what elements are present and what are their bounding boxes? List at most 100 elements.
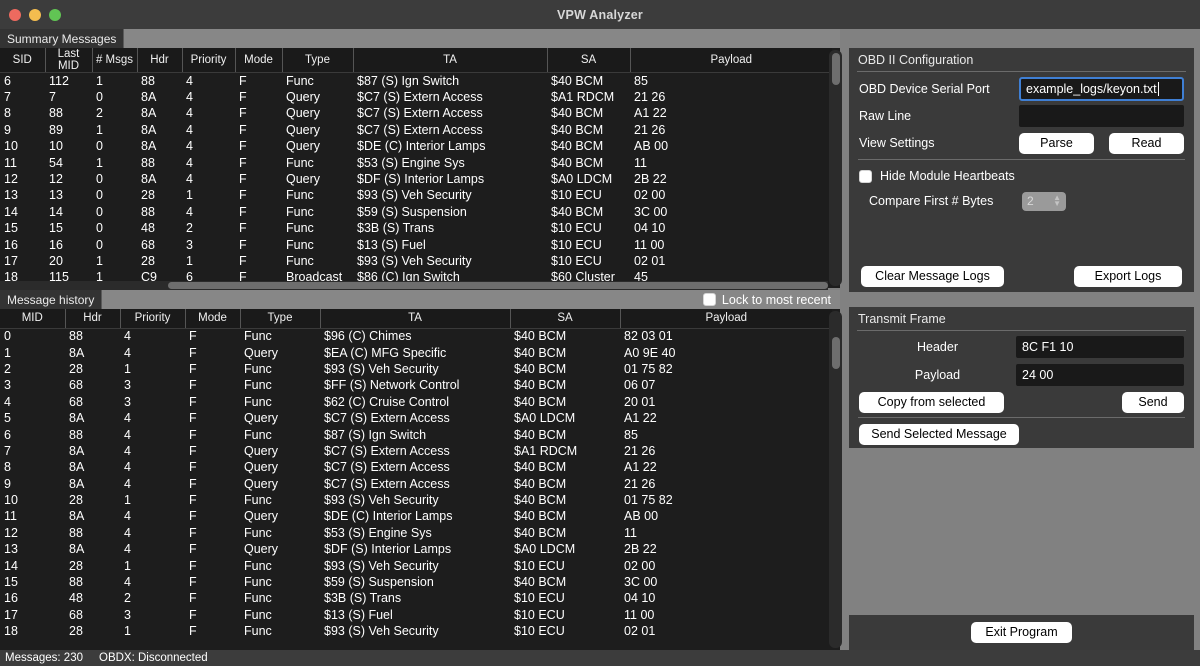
table-row[interactable]: 16 48 2 F Func $3B (S) Trans $10 ECU 04 10 bbox=[0, 590, 832, 606]
table-cell: Func bbox=[244, 329, 272, 344]
table-cell: $40 BCM bbox=[551, 106, 604, 121]
table-row[interactable]: 11 54 1 88 4 F Func $53 (S) Engine Sys $40 BCM 11 bbox=[0, 154, 832, 170]
table-cell: Query bbox=[286, 172, 321, 187]
history-tabstrip-filler bbox=[102, 290, 703, 309]
summary-col-mode[interactable]: Mode bbox=[235, 48, 283, 73]
summary-col-payload[interactable]: Payload bbox=[630, 48, 832, 73]
summary-col-hdr[interactable]: Hdr bbox=[137, 48, 183, 73]
table-row[interactable]: 13 8A 4 F Query $DF (S) Interior Lamps $A0 LDC… bbox=[0, 541, 832, 557]
close-window-icon[interactable] bbox=[9, 9, 21, 21]
table-row[interactable]: 9 8A 4 F Query $C7 (S) Extern Access $40 BCM 21… bbox=[0, 476, 832, 492]
maximize-window-icon[interactable] bbox=[49, 9, 61, 21]
send-selected-message-button[interactable]: Send Selected Message bbox=[859, 423, 1019, 445]
table-cell: 0 bbox=[96, 139, 103, 154]
table-row[interactable]: 11 8A 4 F Query $DE (C) Interior Lamps $40 BCM… bbox=[0, 508, 832, 524]
read-button[interactable]: Read bbox=[1109, 132, 1184, 154]
table-cell: 8A bbox=[69, 345, 85, 360]
parse-button[interactable]: Parse bbox=[1019, 132, 1094, 154]
history-col-type[interactable]: Type bbox=[240, 309, 321, 329]
table-row[interactable]: 1 8A 4 F Query $EA (C) MFG Specific $40 BCM A0 … bbox=[0, 344, 832, 360]
exit-program-button[interactable]: Exit Program bbox=[971, 622, 1072, 643]
export-logs-button[interactable]: Export Logs bbox=[1074, 266, 1182, 287]
table-row[interactable]: 7 8A 4 F Query $C7 (S) Extern Access $A1 RDCM 2… bbox=[0, 443, 832, 459]
history-vertical-scrollbar[interactable] bbox=[829, 311, 842, 648]
table-row[interactable]: 0 88 4 F Func $96 (C) Chimes $40 BCM 82 03 01 bbox=[0, 328, 832, 344]
table-row[interactable]: 6 112 1 88 4 F Func $87 (S) Ign Switch $40 BCM 85 bbox=[0, 73, 832, 89]
summary-horizontal-scrollbar[interactable] bbox=[0, 281, 828, 290]
table-row[interactable]: 17 68 3 F Func $13 (S) Fuel $10 ECU 11 00 bbox=[0, 607, 832, 623]
history-col-sa[interactable]: SA bbox=[510, 309, 621, 329]
send-button[interactable]: Send bbox=[1122, 391, 1184, 413]
message-history-table-panel[interactable]: MID Hdr Priority Mode Type TA SA Payload… bbox=[0, 309, 840, 650]
table-cell: 88 bbox=[141, 155, 155, 170]
summary-col-sid[interactable]: SID bbox=[0, 48, 46, 73]
tx-payload-input[interactable]: 24 00 bbox=[1016, 364, 1184, 386]
clear-message-logs-button[interactable]: Clear Message Logs bbox=[861, 266, 1004, 287]
table-row[interactable]: 13 13 0 28 1 F Func $93 (S) Veh Security $10 ECU… bbox=[0, 187, 832, 203]
history-col-mid[interactable]: MID bbox=[0, 309, 66, 329]
table-row[interactable]: 12 12 0 8A 4 F Query $DF (S) Interior Lamps $A0 … bbox=[0, 171, 832, 187]
table-row[interactable]: 2 28 1 F Func $93 (S) Veh Security $40 BCM 01 7… bbox=[0, 361, 832, 377]
history-scrollbar-thumb[interactable] bbox=[832, 337, 840, 369]
table-cell: 12 bbox=[49, 172, 63, 187]
lock-to-most-recent-control[interactable]: Lock to most recent bbox=[702, 290, 840, 309]
table-cell: $40 BCM bbox=[514, 460, 567, 475]
table-cell: $10 ECU bbox=[514, 607, 565, 622]
table-cell: Func bbox=[244, 493, 272, 508]
compare-bytes-stepper[interactable]: 2 ▲ ▼ bbox=[1022, 191, 1066, 211]
table-cell: 8A bbox=[69, 509, 85, 524]
lock-to-most-recent-checkbox[interactable] bbox=[702, 293, 716, 306]
summary-hscrollbar-thumb[interactable] bbox=[168, 282, 828, 289]
table-cell: 2B 22 bbox=[624, 542, 657, 557]
table-row[interactable]: 6 88 4 F Func $87 (S) Ign Switch $40 BCM 85 bbox=[0, 426, 832, 442]
minimize-window-icon[interactable] bbox=[29, 9, 41, 21]
table-cell: 0 bbox=[96, 221, 103, 236]
summary-vertical-scrollbar[interactable] bbox=[829, 50, 842, 286]
table-row[interactable]: 4 68 3 F Func $62 (C) Cruise Control $40 BCM 20… bbox=[0, 394, 832, 410]
table-cell: 21 26 bbox=[634, 122, 666, 137]
title-bar: VPW Analyzer bbox=[0, 0, 1200, 29]
table-row[interactable]: 14 28 1 F Func $93 (S) Veh Security $10 ECU 02 … bbox=[0, 557, 832, 573]
table-row[interactable]: 7 7 0 8A 4 F Query $C7 (S) Extern Access $A1 RDC… bbox=[0, 89, 832, 105]
table-cell: $93 (S) Veh Security bbox=[324, 361, 439, 376]
table-row[interactable]: 17 20 1 28 1 F Func $93 (S) Veh Security $10 ECU… bbox=[0, 253, 832, 269]
serial-port-input[interactable]: example_logs/keyon.txt bbox=[1019, 77, 1184, 101]
table-row[interactable]: 8 88 2 8A 4 F Query $C7 (S) Extern Access $40 BC… bbox=[0, 105, 832, 121]
table-row[interactable]: 8 8A 4 F Query $C7 (S) Extern Access $40 BCM A1… bbox=[0, 459, 832, 475]
summary-col-sa[interactable]: SA bbox=[547, 48, 631, 73]
tab-message-history[interactable]: Message history bbox=[0, 290, 103, 309]
summary-scrollbar-thumb[interactable] bbox=[832, 53, 840, 85]
summary-col-ta[interactable]: TA bbox=[353, 48, 548, 73]
table-row[interactable]: 9 89 1 8A 4 F Query $C7 (S) Extern Access $40 BC… bbox=[0, 122, 832, 138]
tx-header-input[interactable]: 8C F1 10 bbox=[1016, 336, 1184, 358]
table-row[interactable]: 15 88 4 F Func $59 (S) Suspension $40 BCM 3C 00 bbox=[0, 574, 832, 590]
history-col-ta[interactable]: TA bbox=[320, 309, 511, 329]
history-col-mode[interactable]: Mode bbox=[185, 309, 241, 329]
table-cell: 1 bbox=[96, 253, 103, 268]
table-row[interactable]: 18 28 1 F Func $93 (S) Veh Security $10 ECU 02 … bbox=[0, 623, 832, 639]
table-row[interactable]: 10 10 0 8A 4 F Query $DE (C) Interior Lamps $40 … bbox=[0, 138, 832, 154]
summary-col-last-mid[interactable]: Last MID bbox=[45, 48, 93, 73]
summary-col-num-msgs[interactable]: # Msgs bbox=[92, 48, 138, 73]
table-row[interactable]: 14 14 0 88 4 F Func $59 (S) Suspension $40 BCM 3C… bbox=[0, 204, 832, 220]
summary-messages-table-panel[interactable]: SID Last MID # Msgs Hdr Priority Mode Ty… bbox=[0, 48, 840, 288]
hide-heartbeats-row[interactable]: Hide Module Heartbeats bbox=[849, 165, 1194, 187]
summary-col-priority[interactable]: Priority bbox=[182, 48, 236, 73]
history-col-hdr[interactable]: Hdr bbox=[65, 309, 121, 329]
raw-line-input[interactable] bbox=[1019, 105, 1184, 127]
table-cell: 1 bbox=[124, 361, 131, 376]
table-row[interactable]: 16 16 0 68 3 F Func $13 (S) Fuel $10 ECU 11 00 bbox=[0, 236, 832, 252]
table-row[interactable]: 10 28 1 F Func $93 (S) Veh Security $40 BCM 01 … bbox=[0, 492, 832, 508]
table-cell: 68 bbox=[69, 394, 83, 409]
copy-from-selected-button[interactable]: Copy from selected bbox=[859, 391, 1004, 413]
history-col-payload[interactable]: Payload bbox=[620, 309, 832, 329]
table-row[interactable]: 3 68 3 F Func $FF (S) Network Control $40 BCM 0… bbox=[0, 377, 832, 393]
hide-heartbeats-checkbox[interactable] bbox=[859, 169, 872, 183]
stepper-arrows-icon[interactable]: ▲ ▼ bbox=[1053, 194, 1061, 208]
tab-summary-messages[interactable]: Summary Messages bbox=[0, 29, 125, 48]
table-row[interactable]: 5 8A 4 F Query $C7 (S) Extern Access $A0 LDCM A… bbox=[0, 410, 832, 426]
summary-col-type[interactable]: Type bbox=[282, 48, 354, 73]
table-row[interactable]: 12 88 4 F Func $53 (S) Engine Sys $40 BCM 11 bbox=[0, 525, 832, 541]
history-col-priority[interactable]: Priority bbox=[120, 309, 186, 329]
table-row[interactable]: 15 15 0 48 2 F Func $3B (S) Trans $10 ECU 04 10 bbox=[0, 220, 832, 236]
